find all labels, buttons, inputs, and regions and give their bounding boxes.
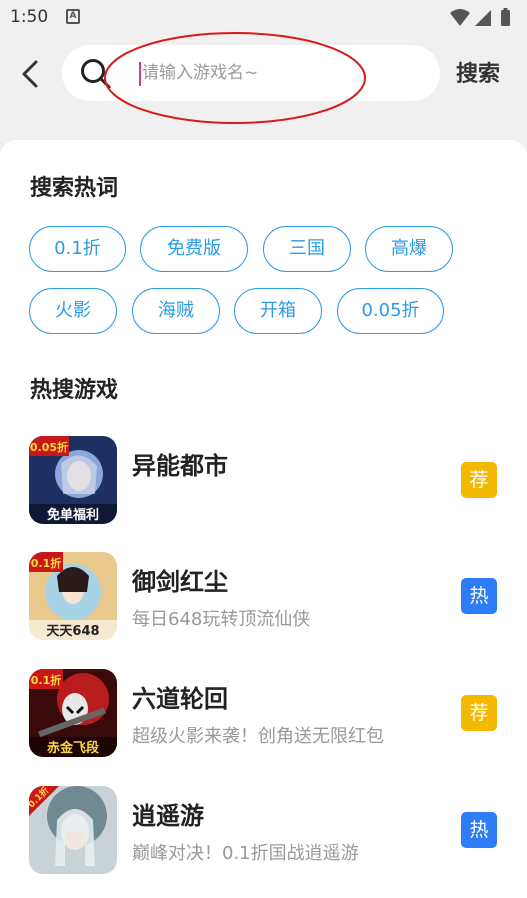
hot-words-title: 搜索热词 <box>30 176 119 201</box>
icon-corner-label: 0.1折 <box>31 556 62 570</box>
hot-word-tag[interactable]: 高爆 <box>365 226 453 272</box>
game-description: 每日648玩转顶流仙侠 <box>132 609 311 630</box>
notification-icon: A <box>66 9 80 24</box>
recommend-badge: 荐 <box>461 695 497 731</box>
game-item[interactable]: 0.1折 逍遥游 巅峰对决！0.1折国战逍遥游 热 <box>0 786 527 882</box>
recommend-badge: 荐 <box>461 462 497 498</box>
status-bar: 1:50 A <box>0 0 527 36</box>
game-name: 御剑红尘 <box>132 568 228 596</box>
status-time: 1:50 <box>10 7 49 27</box>
game-description: 超级火影来袭！创角送无限红包 <box>132 726 384 747</box>
game-name: 异能都市 <box>132 452 228 480</box>
search-box[interactable] <box>62 45 440 101</box>
hot-word-tag[interactable]: 0.05折 <box>337 288 444 334</box>
game-icon: 0.05折 免单福利 <box>29 436 117 524</box>
text-caret <box>139 62 141 86</box>
icon-corner-label: 0.1折 <box>31 673 62 687</box>
chevron-left-icon <box>22 60 38 88</box>
game-item[interactable]: 0.1折 赤金飞段 六道轮回 超级火影来袭！创角送无限红包 荐 <box>0 669 527 765</box>
hot-badge: 热 <box>461 812 497 848</box>
back-button[interactable] <box>14 54 50 94</box>
game-description: 巅峰对决！0.1折国战逍遥游 <box>132 843 359 864</box>
hot-word-tag[interactable]: 开箱 <box>234 288 322 334</box>
hot-word-tag[interactable]: 免费版 <box>140 226 248 272</box>
game-item[interactable]: 0.1折 天天648 御剑红尘 每日648玩转顶流仙侠 热 <box>0 552 527 648</box>
game-icon: 0.1折 <box>29 786 117 874</box>
hot-word-tag[interactable]: 0.1折 <box>29 226 126 272</box>
status-icons <box>450 8 510 26</box>
content-card: 搜索热词 0.1折 免费版 三国 高爆 火影 海贼 开箱 0.05折 热搜游戏 … <box>0 140 527 898</box>
search-icon <box>81 59 111 89</box>
battery-icon <box>501 10 510 26</box>
game-icon: 0.1折 赤金飞段 <box>29 669 117 757</box>
game-icon: 0.1折 天天648 <box>29 552 117 640</box>
hot-word-tag[interactable]: 火影 <box>29 288 117 334</box>
game-name: 六道轮回 <box>132 685 228 713</box>
hot-word-tag[interactable]: 三国 <box>263 226 351 272</box>
signal-icon <box>475 10 491 26</box>
search-input[interactable] <box>142 53 412 93</box>
game-name: 逍遥游 <box>132 802 204 830</box>
search-button[interactable]: 搜索 <box>456 56 500 88</box>
hot-badge: 热 <box>461 578 497 614</box>
icon-caption: 免单福利 <box>47 507 99 523</box>
wifi-icon <box>450 9 470 26</box>
search-header: 搜索 <box>0 36 527 112</box>
hot-word-tag[interactable]: 海贼 <box>132 288 220 334</box>
icon-corner-label: 0.05折 <box>30 440 68 454</box>
icon-caption: 赤金飞段 <box>47 740 99 756</box>
game-item[interactable]: 0.05折 免单福利 异能都市 荐 <box>0 436 527 532</box>
icon-caption: 天天648 <box>46 624 99 639</box>
hot-games-title: 热搜游戏 <box>30 378 119 403</box>
